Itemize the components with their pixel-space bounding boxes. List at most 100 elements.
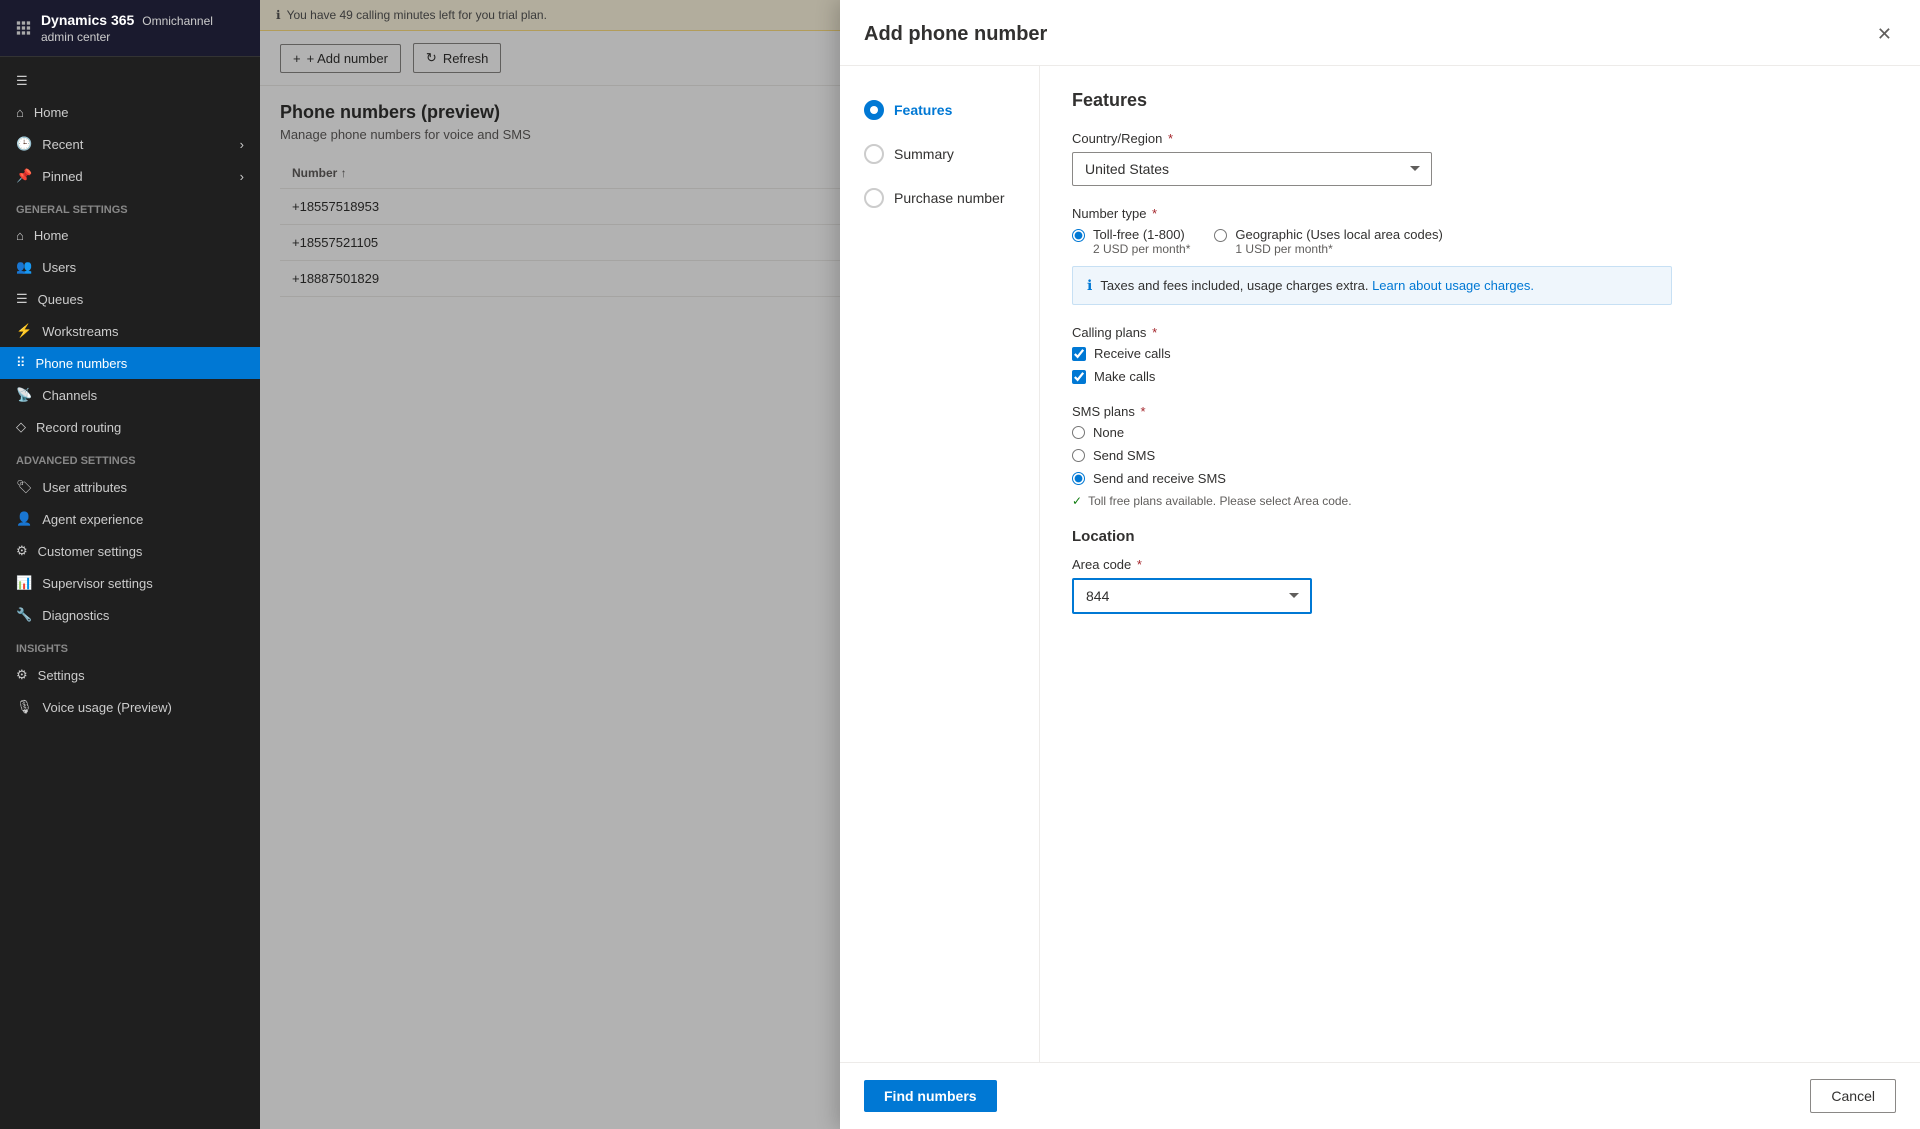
sms-none-radio[interactable] bbox=[1072, 426, 1085, 439]
panel-header: Add phone number ✕ bbox=[840, 0, 1920, 66]
sidebar-navigation: ☰ ⌂ Home 🕒 Recent › 📌 Pinned › General s… bbox=[0, 57, 260, 1129]
panel-footer: Find numbers Cancel bbox=[840, 1062, 1920, 1129]
sidebar-item-customer-settings[interactable]: ⚙ Customer settings bbox=[0, 535, 260, 567]
geographic-radio[interactable] bbox=[1214, 229, 1227, 242]
make-calls-checkbox[interactable] bbox=[1072, 370, 1086, 384]
home-icon: ⌂ bbox=[16, 228, 24, 243]
country-select[interactable]: United States Canada United Kingdom bbox=[1072, 152, 1432, 186]
sidebar-item-insights-settings[interactable]: ⚙ Settings bbox=[0, 659, 260, 691]
area-code-required: * bbox=[1137, 557, 1142, 572]
sidebar-item-agent-experience[interactable]: 👤 Agent experience bbox=[0, 503, 260, 535]
location-title: Location bbox=[1072, 528, 1888, 545]
voice-icon: 🎙 bbox=[16, 699, 33, 715]
geographic-label: Geographic (Uses local area codes) bbox=[1235, 227, 1442, 242]
sidebar-item-label: Settings bbox=[38, 668, 85, 683]
sms-none-option[interactable]: None bbox=[1072, 425, 1888, 440]
sidebar-item-home2[interactable]: ⌂ Home bbox=[0, 220, 260, 251]
sidebar-item-record-routing[interactable]: ◇ Record routing bbox=[0, 411, 260, 443]
step-label-purchase: Purchase number bbox=[894, 190, 1005, 206]
sidebar-item-label: Customer settings bbox=[38, 544, 143, 559]
home-icon: ⌂ bbox=[16, 105, 24, 120]
sidebar-item-recent[interactable]: 🕒 Recent › bbox=[0, 128, 260, 160]
sms-send-option[interactable]: Send SMS bbox=[1072, 448, 1888, 463]
chevron-down-icon: › bbox=[240, 137, 244, 152]
find-numbers-button[interactable]: Find numbers bbox=[864, 1080, 997, 1112]
sms-radio-group: None Send SMS Send and receive SMS bbox=[1072, 425, 1888, 486]
sidebar-item-label: Home bbox=[34, 228, 69, 243]
toll-free-label: Toll-free (1-800) bbox=[1093, 227, 1190, 242]
workstreams-icon: ⚡ bbox=[16, 323, 32, 339]
check-icon: ✓ bbox=[1072, 494, 1082, 508]
sidebar-item-users[interactable]: 👥 Users bbox=[0, 251, 260, 283]
sidebar-item-diagnostics[interactable]: 🔧 Diagnostics bbox=[0, 599, 260, 631]
sidebar-item-workstreams[interactable]: ⚡ Workstreams bbox=[0, 315, 260, 347]
sms-plans-label: SMS plans * bbox=[1072, 404, 1888, 419]
agent-icon: 👤 bbox=[16, 511, 32, 527]
sidebar-item-label: Home bbox=[34, 105, 69, 120]
calling-plans-label: Calling plans * bbox=[1072, 325, 1888, 340]
step-summary[interactable]: Summary bbox=[856, 134, 1023, 174]
sidebar-item-home[interactable]: ⌂ Home bbox=[0, 97, 260, 128]
step-purchase-number[interactable]: Purchase number bbox=[856, 178, 1023, 218]
form-section-title: Features bbox=[1072, 90, 1888, 111]
sidebar-item-label: Workstreams bbox=[42, 324, 118, 339]
area-code-select[interactable]: 844 800 833 855 866 877 888 bbox=[1072, 578, 1312, 614]
sidebar-item-pinned[interactable]: 📌 Pinned › bbox=[0, 160, 260, 192]
sidebar-item-queues[interactable]: ☰ Queues bbox=[0, 283, 260, 315]
toll-free-note: ✓ Toll free plans available. Please sele… bbox=[1072, 494, 1888, 508]
recent-icon: 🕒 bbox=[16, 136, 32, 152]
sidebar-item-phone-numbers[interactable]: ⠿ Phone numbers bbox=[0, 347, 260, 379]
menu-icon: ☰ bbox=[16, 73, 28, 89]
sidebar-item-label: Supervisor settings bbox=[42, 576, 153, 591]
radio-toll-free[interactable]: Toll-free (1-800) 2 USD per month* bbox=[1072, 227, 1190, 256]
sidebar-item-label: Channels bbox=[42, 388, 97, 403]
customer-icon: ⚙ bbox=[16, 543, 28, 559]
calling-plans-required: * bbox=[1152, 325, 1157, 340]
sidebar-header: Dynamics 365 Omnichannel admin center bbox=[0, 0, 260, 57]
sidebar: Dynamics 365 Omnichannel admin center ☰ … bbox=[0, 0, 260, 1129]
sidebar-item-user-attributes[interactable]: 🏷 User attributes bbox=[0, 471, 260, 503]
location-form-group: Location Area code * 844 800 833 855 866… bbox=[1072, 528, 1888, 614]
find-numbers-label: Find numbers bbox=[884, 1088, 977, 1104]
sidebar-item-menu[interactable]: ☰ bbox=[0, 65, 260, 97]
close-panel-button[interactable]: ✕ bbox=[1873, 20, 1896, 49]
sms-send-radio[interactable] bbox=[1072, 449, 1085, 462]
step-label-features: Features bbox=[894, 102, 952, 118]
step-circle-features bbox=[864, 100, 884, 120]
sidebar-item-label: Queues bbox=[38, 292, 84, 307]
step-features[interactable]: Features bbox=[856, 90, 1023, 130]
sms-send-receive-option[interactable]: Send and receive SMS bbox=[1072, 471, 1888, 486]
cancel-button[interactable]: Cancel bbox=[1810, 1079, 1896, 1113]
sidebar-item-label: Diagnostics bbox=[42, 608, 109, 623]
sidebar-item-supervisor-settings[interactable]: 📊 Supervisor settings bbox=[0, 567, 260, 599]
checkbox-make-calls[interactable]: Make calls bbox=[1072, 369, 1888, 384]
radio-geographic[interactable]: Geographic (Uses local area codes) 1 USD… bbox=[1214, 227, 1442, 256]
users-icon: 👥 bbox=[16, 259, 32, 275]
number-type-label: Number type * bbox=[1072, 206, 1888, 221]
pin-icon: 📌 bbox=[16, 168, 32, 184]
chevron-down-icon: › bbox=[240, 169, 244, 184]
sms-none-label: None bbox=[1093, 425, 1124, 440]
sidebar-item-label: User attributes bbox=[43, 480, 128, 495]
insights-section: Insights bbox=[0, 631, 260, 659]
sidebar-item-channels[interactable]: 📡 Channels bbox=[0, 379, 260, 411]
toll-free-sub: 2 USD per month* bbox=[1093, 242, 1190, 256]
checkbox-receive-calls[interactable]: Receive calls bbox=[1072, 346, 1888, 361]
panel-body: Features Summary Purchase number Feature… bbox=[840, 66, 1920, 1062]
toll-free-radio[interactable] bbox=[1072, 229, 1085, 242]
sidebar-item-label: Voice usage (Preview) bbox=[43, 700, 172, 715]
sidebar-brand: Dynamics 365 Omnichannel admin center bbox=[41, 12, 244, 44]
close-icon: ✕ bbox=[1877, 24, 1892, 44]
step-label-summary: Summary bbox=[894, 146, 954, 162]
receive-calls-checkbox[interactable] bbox=[1072, 347, 1086, 361]
number-type-form-group: Number type * Toll-free (1-800) 2 USD pe… bbox=[1072, 206, 1888, 305]
sms-send-receive-radio[interactable] bbox=[1072, 472, 1085, 485]
sms-send-receive-label: Send and receive SMS bbox=[1093, 471, 1226, 486]
info-circle-icon: ℹ bbox=[1087, 277, 1092, 294]
queues-icon: ☰ bbox=[16, 291, 28, 307]
steps-panel: Features Summary Purchase number bbox=[840, 66, 1040, 1062]
sidebar-item-voice-usage[interactable]: 🎙 Voice usage (Preview) bbox=[0, 691, 260, 723]
toll-free-note-text: Toll free plans available. Please select… bbox=[1088, 494, 1352, 508]
sidebar-item-label: Record routing bbox=[36, 420, 121, 435]
usage-charges-link[interactable]: Learn about usage charges. bbox=[1372, 278, 1534, 293]
